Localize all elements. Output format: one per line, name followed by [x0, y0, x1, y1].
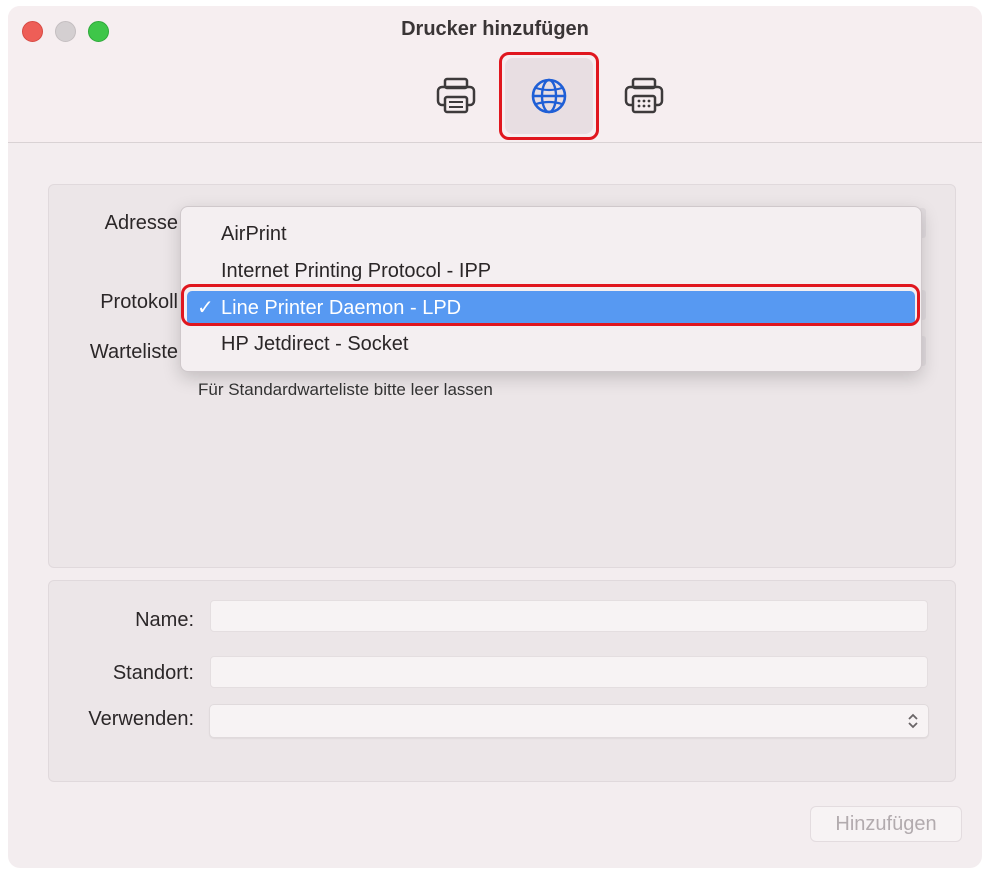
toolbar-ip-printer-button[interactable] — [505, 58, 593, 134]
location-label: Standort: — [112, 662, 194, 684]
protocol-option-airprint[interactable]: AirPrint — [187, 217, 915, 251]
add-printer-window: Drucker hinzufügen Adresse Protokoll War… — [8, 6, 982, 868]
chevron-up-down-icon — [908, 713, 918, 729]
protocol-option-socket[interactable]: HP Jetdirect - Socket — [187, 327, 915, 361]
use-driver-select[interactable] — [209, 704, 929, 738]
protocol-dropdown-menu[interactable]: AirPrint Internet Printing Protocol - IP… — [180, 206, 922, 372]
name-field[interactable] — [210, 600, 928, 632]
globe-icon — [531, 78, 567, 114]
option-label: AirPrint — [221, 223, 287, 245]
name-label: Name: — [135, 609, 194, 631]
location-field[interactable] — [210, 656, 928, 688]
protocol-option-ipp[interactable]: Internet Printing Protocol - IPP — [187, 254, 915, 288]
queue-label: Warteliste — [89, 341, 178, 363]
option-label: Internet Printing Protocol - IPP — [221, 260, 492, 282]
option-label: HP Jetdirect - Socket — [221, 333, 409, 355]
protocol-label: Protokoll — [100, 291, 178, 313]
printer-icon — [436, 77, 476, 114]
protocol-option-lpd[interactable]: ✓ Line Printer Daemon - LPD — [187, 291, 915, 325]
add-button[interactable]: Hinzufügen — [810, 806, 962, 842]
fax-printer-icon — [624, 77, 664, 114]
title-bar: Drucker hinzufügen — [8, 6, 982, 143]
checkmark-icon: ✓ — [197, 297, 214, 319]
use-label: Verwenden: — [88, 708, 194, 730]
window-title: Drucker hinzufügen — [401, 18, 589, 40]
address-label: Adresse — [104, 212, 178, 234]
toolbar-windows-printer-button[interactable] — [600, 58, 688, 134]
option-label: Line Printer Daemon - LPD — [221, 297, 462, 319]
queue-hint-text: Für Standardwarteliste bitte leer lassen — [198, 380, 493, 399]
toolbar-default-printer-button[interactable] — [412, 58, 500, 134]
